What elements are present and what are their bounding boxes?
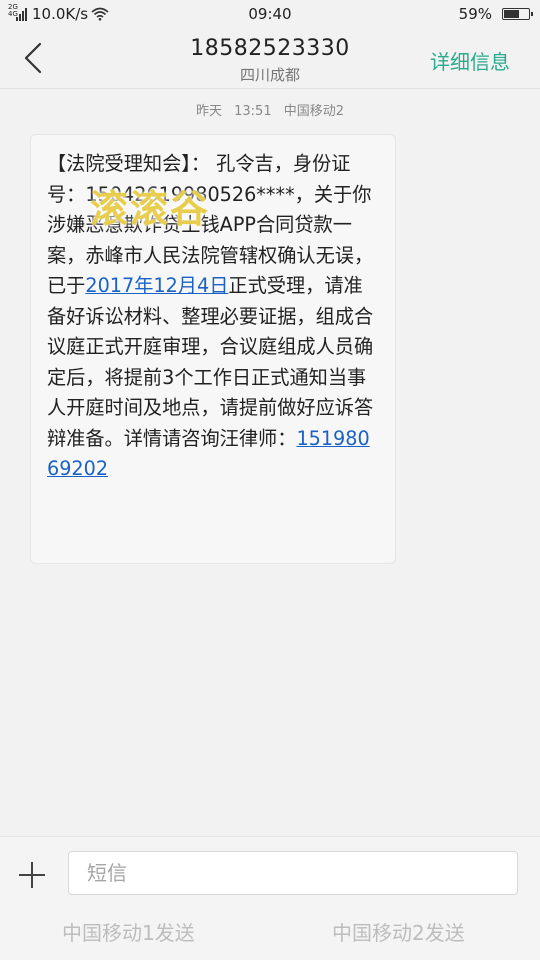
timestamp-carrier: 中国移动2 — [283, 104, 345, 119]
send-buttons-row: 中国移动1发送 中国移动2发送 — [0, 917, 540, 947]
status-right: 59% — [458, 5, 533, 23]
battery-percent: 59% — [458, 5, 492, 23]
message-composer: 中国移动1发送 中国移动2发送 — [0, 836, 540, 960]
incoming-message-bubble[interactable]: 【法院受理知会】： 孔令吉，身份证号：15042619980526****，关于… — [30, 134, 396, 564]
sms-conversation-screen: 2G 4G 10.0K/s 09:40 59% 18582523330 四川成都 — [0, 0, 540, 960]
header-divider — [0, 88, 540, 89]
status-bar: 2G 4G 10.0K/s 09:40 59% — [0, 0, 540, 28]
timestamp-day: 昨天 — [195, 104, 222, 119]
details-button[interactable]: 详细信息 — [430, 46, 510, 75]
message-text-part2: 正式受理，请准备好诉讼材料、整理必要证据，组成合议庭正式开庭审理，合议庭组成人员… — [47, 274, 374, 450]
timestamp-time: 13:51 — [234, 104, 272, 119]
conversation-header: 18582523330 四川成都 详细信息 — [0, 28, 540, 88]
battery-icon — [502, 8, 533, 20]
battery-level — [504, 10, 520, 18]
message-timestamp: 昨天 13:51 中国移动2 — [0, 100, 540, 119]
send-sim1-button[interactable]: 中国移动1发送 — [62, 917, 195, 946]
plus-icon[interactable] — [16, 859, 48, 891]
message-date-link[interactable]: 2017年12月4日 — [85, 274, 228, 297]
send-sim2-button[interactable]: 中国移动2发送 — [332, 917, 465, 946]
message-body: 【法院受理知会】： 孔令吉，身份证号：15042619980526****，关于… — [47, 149, 381, 485]
sms-text-input[interactable] — [68, 851, 518, 895]
